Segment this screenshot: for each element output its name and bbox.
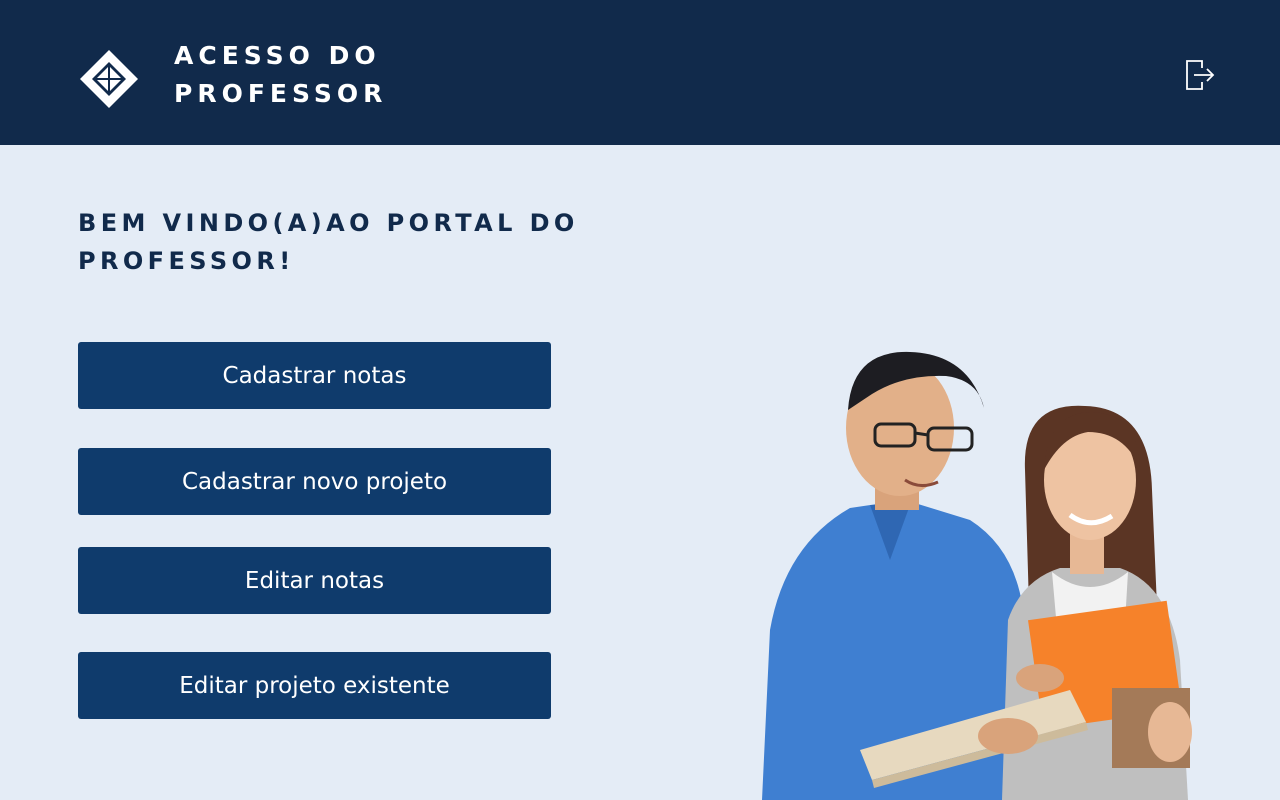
- cadastrar-novo-projeto-button[interactable]: Cadastrar novo projeto: [78, 448, 551, 515]
- editar-projeto-existente-button[interactable]: Editar projeto existente: [78, 652, 551, 719]
- top-header: ACESSO DO PROFESSOR: [0, 0, 1280, 145]
- welcome-heading-line2: PROFESSOR!: [78, 247, 295, 275]
- app-title-line2: PROFESSOR: [174, 79, 388, 108]
- app-title-line1: ACESSO DO: [174, 41, 381, 70]
- editar-notas-button[interactable]: Editar notas: [78, 547, 551, 614]
- teacher-student-photo: [740, 340, 1280, 800]
- diamond-logo-icon: [78, 48, 140, 110]
- cadastrar-notas-button[interactable]: Cadastrar notas: [78, 342, 551, 409]
- welcome-heading-line1: BEM VINDO(A)AO PORTAL DO: [78, 209, 579, 237]
- logout-icon[interactable]: [1182, 58, 1216, 92]
- welcome-heading: BEM VINDO(A)AO PORTAL DO PROFESSOR!: [78, 204, 638, 280]
- app-title: ACESSO DO PROFESSOR: [174, 37, 387, 113]
